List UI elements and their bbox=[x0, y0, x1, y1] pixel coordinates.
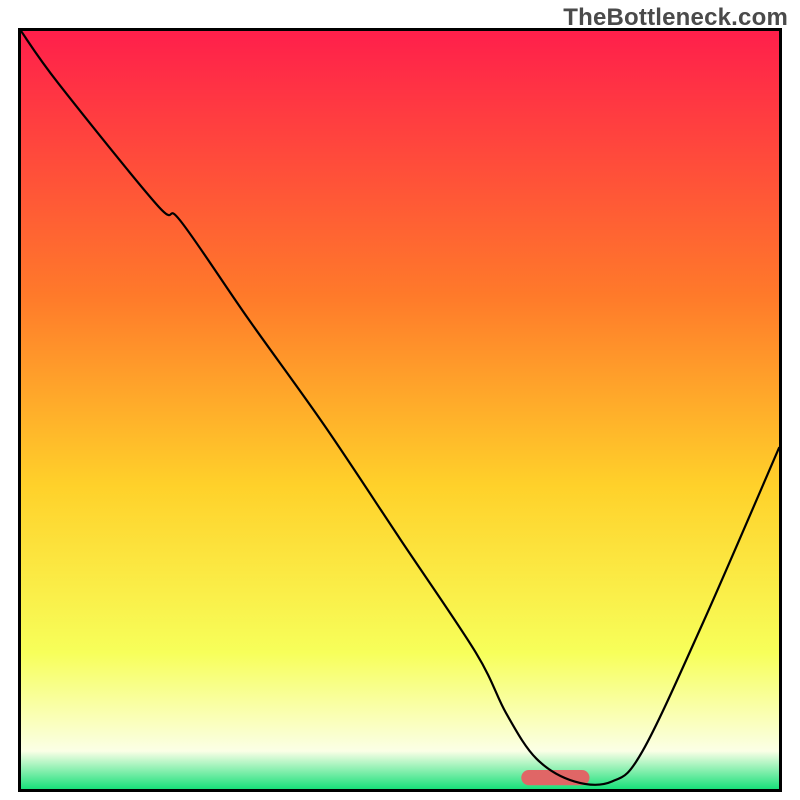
gradient-background bbox=[21, 31, 779, 789]
bottleneck-plot bbox=[21, 31, 779, 789]
plot-area bbox=[18, 28, 782, 792]
figure-frame: TheBottleneck.com bbox=[0, 0, 800, 800]
